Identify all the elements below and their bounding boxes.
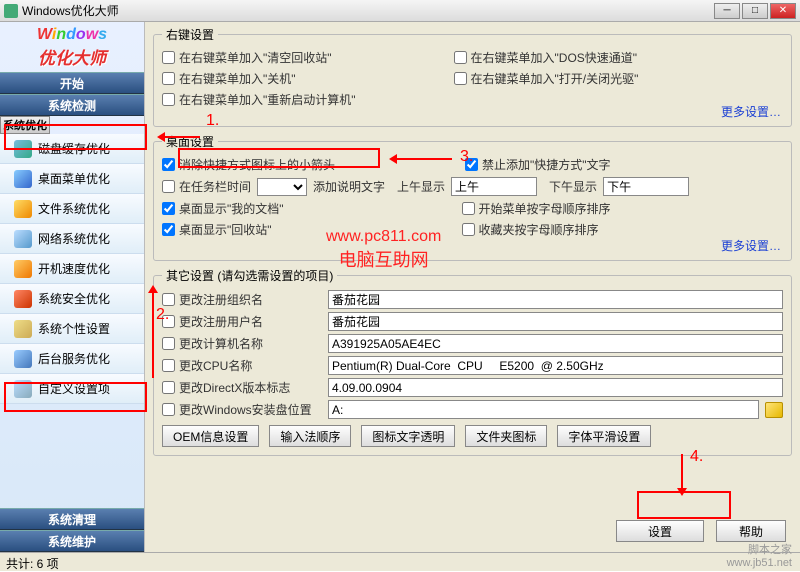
other-input-2[interactable]	[328, 334, 783, 353]
sidebar-icon-0	[14, 140, 32, 158]
other-chk-3[interactable]: 更改CPU名称	[162, 357, 322, 374]
sidebar-top-1[interactable]: 系统检测	[0, 94, 144, 116]
chk-remove-arrow[interactable]: 消除快捷方式图标上的小箭头	[162, 156, 335, 173]
set-button[interactable]: 设置	[616, 520, 704, 542]
other-btn-1[interactable]: 输入法顺序	[269, 425, 351, 447]
sidebar-item-7[interactable]: 后台服务优化	[0, 344, 144, 374]
titlebar: Windows优化大师 ─ □ ✕	[0, 0, 800, 22]
chk-rc-3[interactable]: 在右键菜单加入"打开/关闭光驱"	[454, 70, 639, 87]
input-pm[interactable]	[603, 177, 689, 196]
other-btn-2[interactable]: 图标文字透明	[361, 425, 455, 447]
help-button[interactable]: 帮助	[716, 520, 786, 542]
window-title: Windows优化大师	[22, 2, 714, 19]
statusbar: 共计: 6 项	[0, 552, 800, 571]
chk-favsort[interactable]: 收藏夹按字母顺序排序	[462, 221, 599, 238]
other-chk-0[interactable]: 更改注册组织名	[162, 291, 322, 308]
other-input-4[interactable]	[328, 378, 783, 397]
more-desktop-link[interactable]: 更多设置…	[721, 237, 781, 254]
sidebar-bottom-0[interactable]: 系统清理	[0, 508, 144, 530]
sidebar-item-0[interactable]: 磁盘缓存优化	[0, 134, 144, 164]
sidebar-icon-7	[14, 350, 32, 368]
other-input-1[interactable]	[328, 312, 783, 331]
chk-prohibit-shortcut[interactable]: 禁止添加"快捷方式"文字	[465, 156, 611, 173]
other-input-3[interactable]	[328, 356, 783, 375]
sidebar-item-8[interactable]: 自定义设置项	[0, 374, 144, 404]
close-button[interactable]: ✕	[770, 3, 796, 19]
sidebar-icon-6	[14, 320, 32, 338]
sidebar-icon-3	[14, 230, 32, 248]
input-am[interactable]	[451, 177, 537, 196]
maximize-button[interactable]: □	[742, 3, 768, 19]
content-panel: 右键设置 在右键菜单加入"清空回收站" 在右键菜单加入"DOS快速通道" 在右键…	[145, 22, 800, 552]
lbl-adddesc: 添加说明文字	[313, 178, 385, 195]
chk-mydoc[interactable]: 桌面显示"我的文档"	[162, 200, 284, 217]
chk-recycle[interactable]: 桌面显示"回收站"	[162, 221, 272, 238]
sidebar-top-0[interactable]: 开始	[0, 72, 144, 94]
other-chk-4[interactable]: 更改DirectX版本标志	[162, 379, 322, 396]
sidebar-icon-4	[14, 260, 32, 278]
app-icon	[4, 4, 18, 18]
sidebar: Windows 优化大师 开始系统检测系统优化 磁盘缓存优化桌面菜单优化文件系统…	[0, 22, 145, 552]
other-input-5[interactable]	[328, 400, 759, 419]
group-rightclick: 右键设置 在右键菜单加入"清空回收站" 在右键菜单加入"DOS快速通道" 在右键…	[153, 26, 792, 127]
legend-other: 其它设置 (请勾选需设置的项目)	[162, 267, 337, 284]
sidebar-icon-5	[14, 290, 32, 308]
minimize-button[interactable]: ─	[714, 3, 740, 19]
other-chk-1[interactable]: 更改注册用户名	[162, 313, 322, 330]
sidebar-top-2[interactable]: 系统优化	[0, 116, 50, 134]
other-chk-5[interactable]: 更改Windows安装盘位置	[162, 401, 322, 418]
brand-logo: Windows 优化大师	[0, 22, 144, 72]
sidebar-item-6[interactable]: 系统个性设置	[0, 314, 144, 344]
chk-rc-2[interactable]: 在右键菜单加入"关机"	[162, 70, 296, 87]
lbl-amshow: 上午显示	[397, 178, 445, 195]
sidebar-bottom-1[interactable]: 系统维护	[0, 530, 144, 552]
other-btn-4[interactable]: 字体平滑设置	[557, 425, 651, 447]
other-btn-3[interactable]: 文件夹图标	[465, 425, 547, 447]
other-input-0[interactable]	[328, 290, 783, 309]
sidebar-item-2[interactable]: 文件系统优化	[0, 194, 144, 224]
sidebar-item-4[interactable]: 开机速度优化	[0, 254, 144, 284]
chk-rc-4[interactable]: 在右键菜单加入"重新启动计算机"	[162, 91, 356, 108]
group-desktop: 桌面设置 消除快捷方式图标上的小箭头 禁止添加"快捷方式"文字 在任务栏时间 添…	[153, 133, 792, 261]
chk-taskbar-time[interactable]: 在任务栏时间	[162, 178, 251, 195]
browse-folder-icon[interactable]	[765, 402, 783, 418]
sidebar-icon-2	[14, 200, 32, 218]
sidebar-icon-8	[14, 380, 32, 398]
chk-rc-1[interactable]: 在右键菜单加入"DOS快速通道"	[454, 49, 638, 66]
more-rightclick-link[interactable]: 更多设置…	[721, 103, 781, 120]
other-btn-0[interactable]: OEM信息设置	[162, 425, 259, 447]
lbl-pmshow: 下午显示	[549, 178, 597, 195]
legend-rightclick: 右键设置	[162, 26, 218, 43]
sidebar-item-3[interactable]: 网络系统优化	[0, 224, 144, 254]
sidebar-item-5[interactable]: 系统安全优化	[0, 284, 144, 314]
sidebar-item-1[interactable]: 桌面菜单优化	[0, 164, 144, 194]
chk-startsort[interactable]: 开始菜单按字母顺序排序	[462, 200, 611, 217]
sidebar-icon-1	[14, 170, 32, 188]
chk-rc-0[interactable]: 在右键菜单加入"清空回收站"	[162, 49, 332, 66]
other-chk-2[interactable]: 更改计算机名称	[162, 335, 322, 352]
group-other: 其它设置 (请勾选需设置的项目) 更改注册组织名更改注册用户名更改计算机名称更改…	[153, 267, 792, 456]
select-taskbar-time[interactable]	[257, 178, 307, 196]
